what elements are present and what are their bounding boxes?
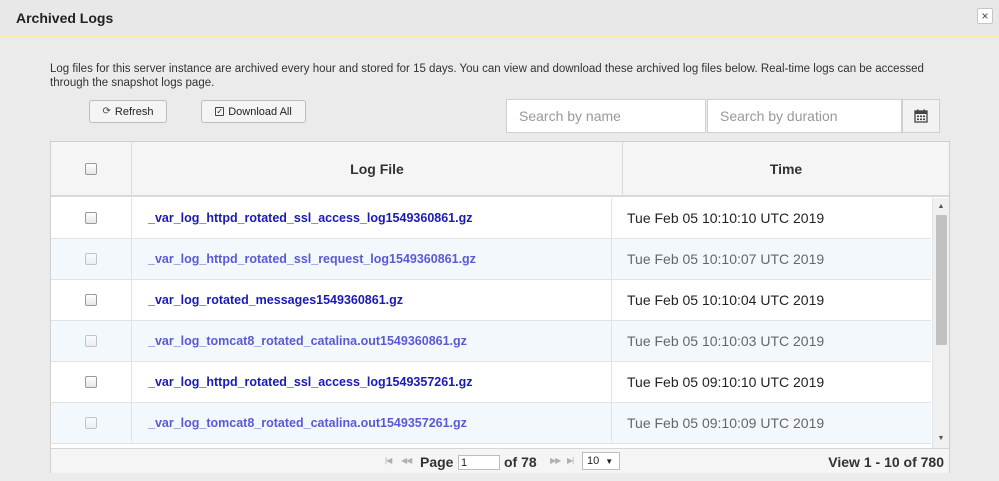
scrollbar-thumb[interactable] [936,215,947,345]
log-time: Tue Feb 05 09:10:09 UTC 2019 [627,415,825,431]
log-file-link[interactable]: _var_log_tomcat8_rotated_catalina.out154… [132,321,612,361]
column-header-time[interactable]: Time [623,142,949,195]
close-button[interactable]: × [977,8,993,24]
scroll-up-icon[interactable]: ▲ [933,200,949,214]
row-checkbox[interactable] [85,376,97,388]
record-count: View 1 - 10 of 780 [828,454,944,470]
select-all-checkbox[interactable] [85,162,97,175]
next-page-icon[interactable]: ▶▶ [550,456,561,465]
page-size-select[interactable]: 10 ▼ [582,452,620,470]
log-time: Tue Feb 05 10:10:07 UTC 2019 [627,251,825,267]
close-icon: × [981,9,989,23]
table-header: Log File Time [51,142,949,197]
table-body: _var_log_httpd_rotated_ssl_access_log154… [51,198,931,448]
log-file-link[interactable]: _var_log_httpd_rotated_ssl_access_log154… [132,198,612,238]
row-select-cell [51,280,132,320]
search-by-duration-input[interactable] [707,99,902,133]
refresh-button[interactable]: ⟳ Refresh [89,100,167,123]
row-select-cell [51,403,132,443]
vertical-scrollbar[interactable]: ▲ ▼ [932,198,949,448]
table-row[interactable]: _var_log_httpd_rotated_ssl_access_log154… [51,362,931,403]
download-all-label: Download All [228,105,292,118]
calendar-button[interactable] [902,99,940,133]
table-row[interactable]: _var_log_tomcat8_rotated_catalina.out154… [51,321,931,362]
row-select-cell [51,198,132,238]
log-table: Log File Time _var_log_httpd_rotated_ssl… [50,141,950,473]
row-checkbox[interactable] [85,212,97,224]
refresh-label: Refresh [114,105,154,118]
row-checkbox[interactable] [85,335,97,347]
row-select-cell [51,239,132,279]
chevron-down-icon: ▼ [605,456,614,466]
page-size-value: 10 [587,455,600,467]
dialog-title: Archived Logs [16,10,114,26]
table-row[interactable]: _var_log_rotated_messages1549360861.gz T… [51,280,931,321]
log-time: Tue Feb 05 10:10:04 UTC 2019 [627,292,825,308]
scroll-down-icon[interactable]: ▼ [933,432,949,446]
page-label: Page [420,454,454,470]
search-by-name-input[interactable] [506,99,706,133]
refresh-icon: ⟳ [102,106,111,117]
download-all-button[interactable]: ✓ Download All [201,100,306,123]
table-row[interactable]: _var_log_httpd_rotated_ssl_access_log154… [51,198,931,239]
log-file-link[interactable]: _var_log_httpd_rotated_ssl_request_log15… [132,239,612,279]
row-checkbox[interactable] [85,417,97,429]
calendar-icon [914,109,928,123]
row-select-cell [51,362,132,402]
log-file-link[interactable]: _var_log_rotated_messages1549360861.gz [132,280,612,320]
page-number-input[interactable] [458,455,500,470]
log-file-link[interactable]: _var_log_tomcat8_rotated_catalina.out154… [132,403,612,443]
header-select-cell [51,142,132,195]
column-header-log-file[interactable]: Log File [132,142,623,195]
log-time: Tue Feb 05 10:10:10 UTC 2019 [627,210,825,226]
prev-page-icon[interactable]: ◀◀ [401,456,412,465]
row-select-cell [51,321,132,361]
log-file-link[interactable]: _var_log_httpd_rotated_ssl_access_log154… [132,362,612,402]
description-text: Log files for this server instance are a… [50,63,924,89]
first-page-icon[interactable]: |◀ [385,456,392,465]
page-count-label: of 78 [504,454,537,470]
row-checkbox[interactable] [85,294,97,306]
last-page-icon[interactable]: ▶| [567,456,574,465]
log-time: Tue Feb 05 09:10:10 UTC 2019 [627,374,825,390]
table-row[interactable]: _var_log_httpd_rotated_ssl_request_log15… [51,239,931,280]
dialog-titlebar: Archived Logs × [0,0,999,37]
checkbox-icon: ✓ [215,107,225,116]
pager: |◀ ◀◀ Page of 78 ▶▶ ▶| 10 ▼ View 1 - 10 … [51,448,949,473]
log-time: Tue Feb 05 10:10:03 UTC 2019 [627,333,825,349]
table-row[interactable]: _var_log_tomcat8_rotated_catalina.out154… [51,403,931,444]
row-checkbox[interactable] [85,253,97,265]
